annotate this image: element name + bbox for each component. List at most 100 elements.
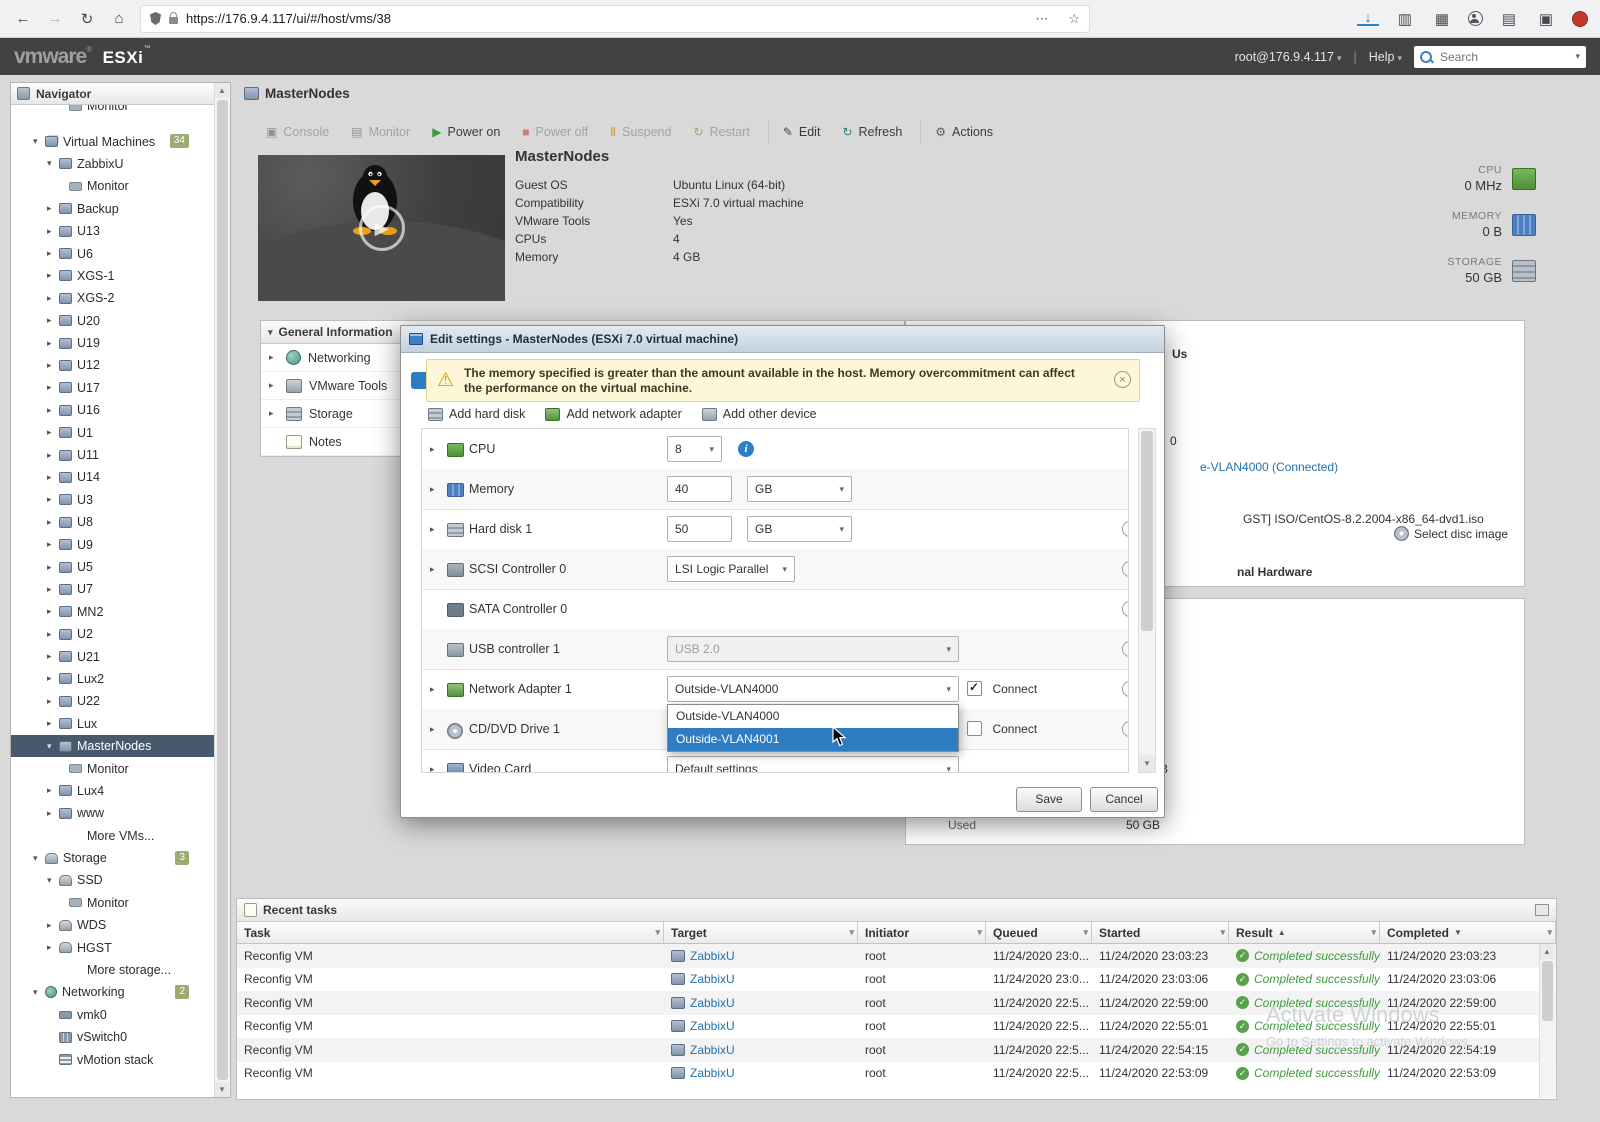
hard-disk-size-input[interactable] (667, 516, 732, 542)
add-device-button[interactable]: Add hard disk (428, 407, 525, 421)
sidebar-item[interactable]: More VMs... (11, 825, 215, 847)
help-menu[interactable]: Help ▾ (1369, 50, 1402, 64)
twisty-icon[interactable] (47, 696, 59, 707)
memory-size-input[interactable] (667, 476, 732, 502)
remove-hard-disk-icon[interactable]: × (1122, 521, 1128, 537)
twisty-icon[interactable] (33, 136, 45, 147)
back-icon[interactable]: ← (12, 10, 34, 27)
hard-disk-unit-select[interactable]: GB ▾ (747, 516, 852, 542)
sidebar-item[interactable]: HGST (11, 936, 215, 958)
twisty-icon[interactable] (47, 405, 59, 416)
expand-icon[interactable] (269, 408, 279, 419)
tasks-column-header[interactable]: Initiator ▾ (858, 922, 986, 944)
twisty-icon[interactable] (47, 450, 59, 461)
sidebar-item[interactable]: XGS-1 (11, 265, 215, 287)
column-filter-caret-icon[interactable]: ▾ (1083, 927, 1088, 938)
toolbar-button[interactable]: Console (256, 120, 339, 144)
library-icon[interactable]: ▥ (1394, 10, 1416, 28)
navigator-scrollbar[interactable]: ▲ ▼ (214, 83, 230, 1097)
target-link[interactable]: ZabbixU (690, 972, 735, 986)
twisty-icon[interactable] (47, 494, 59, 505)
sidebar-item[interactable]: Lux (11, 713, 215, 735)
sidebar-item[interactable]: U8 (11, 511, 215, 533)
tasks-column-header[interactable]: Started ▾ (1092, 922, 1229, 944)
sidebar-item[interactable]: U19 (11, 332, 215, 354)
search-input[interactable] (1438, 48, 1570, 65)
twisty-icon[interactable] (47, 584, 59, 595)
sidebar-item[interactable]: U16 (11, 399, 215, 421)
toolbar-button[interactable]: Edit (767, 120, 831, 144)
expand-scsi-icon[interactable] (430, 564, 435, 575)
sidebar-item[interactable]: Monitor (11, 175, 215, 197)
remove-sata-icon[interactable]: × (1122, 601, 1128, 617)
column-filter-caret-icon[interactable]: ▾ (849, 927, 854, 938)
toolbar-button[interactable]: Restart (683, 120, 759, 144)
target-link[interactable]: ZabbixU (690, 996, 735, 1010)
sidebar-item[interactable]: More storage... (11, 959, 215, 981)
target-link[interactable]: ZabbixU (690, 1019, 735, 1033)
sidebar-item[interactable]: U17 (11, 377, 215, 399)
sidebar-icon[interactable]: ▦ (1431, 10, 1453, 28)
lock-icon[interactable] (169, 11, 178, 24)
network-portgroup-select[interactable]: Outside-VLAN4000 ▾ (667, 676, 959, 702)
column-filter-caret-icon[interactable]: ▾ (1220, 927, 1225, 938)
sidebar-item[interactable]: Monitor (11, 892, 215, 914)
tasks-scrollbar[interactable]: ▲ (1539, 944, 1555, 1098)
column-filter-caret-icon[interactable]: ▾ (1371, 927, 1376, 938)
toolbar-button[interactable]: Actions (920, 120, 1003, 144)
sidebar-item[interactable]: U6 (11, 242, 215, 264)
memory-unit-select[interactable]: GB ▾ (747, 476, 852, 502)
sidebar-item[interactable]: www (11, 802, 215, 824)
add-device-button[interactable]: Add other device (701, 407, 817, 421)
twisty-icon[interactable] (47, 673, 59, 684)
expand-hard-disk-icon[interactable] (430, 524, 435, 535)
expand-memory-icon[interactable] (430, 484, 435, 495)
twisty-icon[interactable] (33, 987, 45, 998)
task-row[interactable]: Reconfig VM ZabbixU root 11/24/2020 23:0… (237, 944, 1556, 968)
scsi-type-select[interactable]: LSI Logic Parallel ▾ (667, 556, 795, 582)
twisty-icon[interactable] (47, 315, 59, 326)
twisty-icon[interactable] (47, 517, 59, 528)
toolbar-button[interactable]: Suspend (600, 120, 681, 144)
twisty-icon[interactable] (47, 226, 59, 237)
twisty-icon[interactable] (47, 741, 59, 752)
target-link[interactable]: ZabbixU (690, 1066, 735, 1080)
forward-icon[interactable]: → (44, 10, 66, 27)
add-device-button[interactable]: Add network adapter (545, 407, 682, 421)
address-bar[interactable]: https://176.9.4.117/ui/#/host/vms/38 ⋯ ☆ (140, 4, 1090, 33)
reader-icon[interactable]: ▤ (1498, 10, 1520, 28)
page-actions-icon[interactable]: ⋯ (1035, 11, 1048, 27)
remove-usb-icon[interactable]: × (1122, 641, 1128, 657)
sidebar-item[interactable]: Storage 3 (11, 847, 215, 869)
cpu-count-select[interactable]: 8 ▾ (667, 436, 722, 462)
target-link[interactable]: ZabbixU (690, 1043, 735, 1057)
collapse-icon[interactable]: ▾ (268, 327, 273, 338)
toolbar-button[interactable]: Power off (512, 120, 598, 144)
remove-network-icon[interactable]: × (1122, 681, 1128, 697)
sidebar-item[interactable]: U14 (11, 466, 215, 488)
twisty-icon[interactable] (47, 651, 59, 662)
sidebar-item[interactable]: U20 (11, 310, 215, 332)
play-overlay-icon[interactable]: ▶ (358, 205, 405, 251)
screenshot-icon[interactable]: ▣ (1535, 10, 1557, 28)
sidebar-item[interactable]: Networking 2 (11, 981, 215, 1003)
sidebar-item[interactable]: U7 (11, 578, 215, 600)
twisty-icon[interactable] (47, 158, 59, 169)
sidebar-item[interactable]: U22 (11, 690, 215, 712)
sidebar-item[interactable]: XGS-2 (11, 287, 215, 309)
twisty-icon[interactable] (47, 472, 59, 483)
twisty-icon[interactable] (47, 203, 59, 214)
twisty-icon[interactable] (47, 248, 59, 259)
cancel-button[interactable]: Cancel (1090, 787, 1158, 812)
column-filter-caret-icon[interactable]: ▾ (655, 927, 660, 938)
network-link-fragment[interactable]: e-VLAN4000 (Connected) (1200, 460, 1338, 474)
twisty-icon[interactable] (47, 718, 59, 729)
sidebar-item[interactable]: MN2 (11, 601, 215, 623)
expand-cd-icon[interactable] (430, 724, 435, 735)
account-icon[interactable] (1468, 11, 1483, 26)
global-search[interactable]: ▾ (1414, 45, 1586, 68)
scroll-thumb[interactable] (217, 100, 228, 1080)
dropdown-option-highlighted[interactable]: Outside-VLAN4001 (668, 728, 958, 751)
task-row[interactable]: Reconfig VM ZabbixU root 11/24/2020 22:5… (237, 1038, 1556, 1062)
url-text[interactable]: https://176.9.4.117/ui/#/host/vms/38 (186, 11, 1027, 26)
